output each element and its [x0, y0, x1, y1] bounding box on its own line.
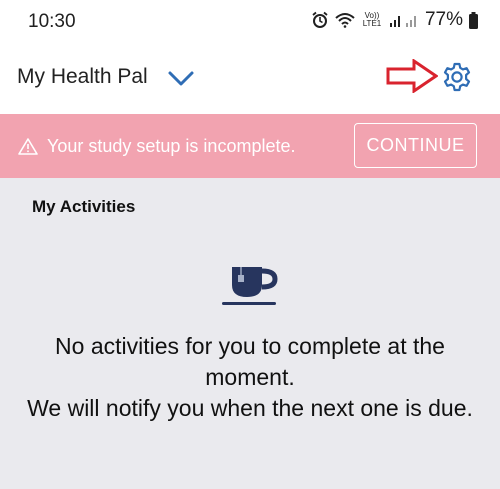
arrow-right-icon: [386, 59, 438, 93]
app-header: My Health Pal: [0, 46, 500, 114]
signal-icon: [389, 16, 416, 27]
warning-icon: [18, 138, 38, 155]
continue-button[interactable]: CONTINUE: [354, 123, 477, 168]
setup-incomplete-banner: Your study setup is incomplete. CONTINUE: [0, 114, 500, 178]
settings-button[interactable]: [441, 61, 473, 93]
battery-icon: [469, 11, 478, 29]
wifi-icon: [335, 13, 355, 28]
status-icons: Vo)) LTE1 77%: [311, 9, 478, 31]
battery-percent: 77%: [424, 9, 463, 30]
status-time: 10:30: [28, 11, 76, 32]
cup-icon: [222, 267, 278, 305]
status-bar: 10:30 Vo)) LTE1 77%: [0, 0, 500, 46]
alarm-icon: [312, 11, 328, 28]
empty-state-message: No activities for you to complete at the…: [20, 331, 480, 424]
section-title: My Activities: [32, 197, 136, 216]
app-switch-dropdown[interactable]: [166, 66, 196, 92]
app-title: My Health Pal: [17, 65, 148, 88]
gear-icon: [443, 62, 471, 92]
banner-message: Your study setup is incomplete.: [47, 136, 296, 156]
activities-section: My Activities No activities for you to c…: [0, 178, 500, 489]
chevron-down-icon: [168, 71, 194, 86]
empty-message-line-2: We will notify you when the next one is …: [27, 395, 473, 421]
empty-message-line-1: No activities for you to complete at the…: [55, 333, 445, 390]
network-label: Vo)) LTE1: [362, 11, 382, 28]
